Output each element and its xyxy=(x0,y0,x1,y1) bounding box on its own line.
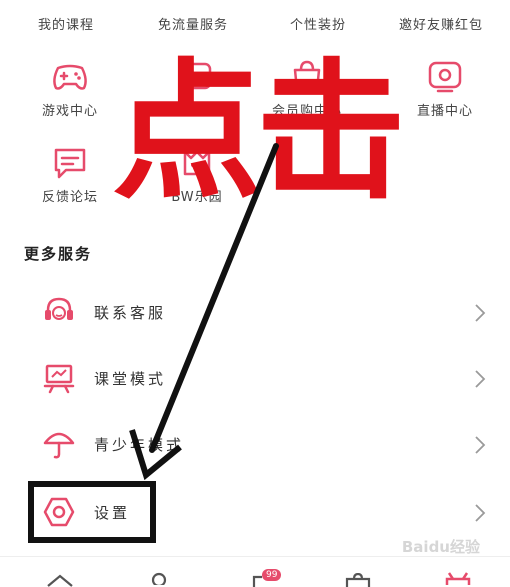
grid-item-label: 游戏中心 xyxy=(41,104,98,119)
home-icon[interactable] xyxy=(46,573,74,587)
grid-item-label: 直播中心 xyxy=(416,104,473,119)
chat-bubble-icon xyxy=(54,148,86,179)
chevron-right-icon xyxy=(475,304,486,322)
list-item-label: 课堂模式 xyxy=(94,370,167,388)
chevron-right-icon xyxy=(475,436,486,454)
list-item-contact-support[interactable]: 联系客服 xyxy=(0,279,510,345)
top-link-invite-friends[interactable]: 邀好友赚红包 xyxy=(399,14,483,33)
grid-item-live-center[interactable]: 直播中心 xyxy=(400,60,490,119)
chevron-right-icon xyxy=(475,370,486,388)
profile-tv-icon[interactable] xyxy=(443,571,473,585)
section-title-more-services: 更多服务 xyxy=(24,245,93,263)
classroom-icon xyxy=(43,364,75,394)
shop-icon[interactable] xyxy=(345,573,371,587)
bottom-nav: 99 xyxy=(0,556,510,587)
headset-icon xyxy=(45,297,73,320)
grid-item-label: 反馈论坛 xyxy=(41,190,98,205)
list-item-teen-mode[interactable]: 青少年模式 xyxy=(0,411,510,477)
gamepad-icon xyxy=(53,64,87,90)
top-link-my-courses[interactable]: 我的课程 xyxy=(38,14,94,33)
umbrella-icon xyxy=(43,432,75,459)
list-item-label: 联系客服 xyxy=(94,304,167,322)
annotation-highlight-box xyxy=(28,481,156,543)
list-item-classroom-mode[interactable]: 课堂模式 xyxy=(0,345,510,411)
following-icon[interactable] xyxy=(148,571,170,585)
baidu-watermark: Baidu经验 xyxy=(401,538,480,556)
top-link-personalize[interactable]: 个性装扮 xyxy=(290,14,346,33)
annotation-click-text: 点击 xyxy=(112,46,406,220)
tv-icon xyxy=(428,61,462,93)
top-link-free-data[interactable]: 免流量服务 xyxy=(158,14,228,33)
grid-item-feedback-forum[interactable]: 反馈论坛 xyxy=(25,146,115,205)
notification-badge: 99 xyxy=(262,569,282,581)
chevron-right-icon xyxy=(475,504,486,522)
grid-item-game-center[interactable]: 游戏中心 xyxy=(25,60,115,119)
list-item-label: 青少年模式 xyxy=(94,436,185,454)
